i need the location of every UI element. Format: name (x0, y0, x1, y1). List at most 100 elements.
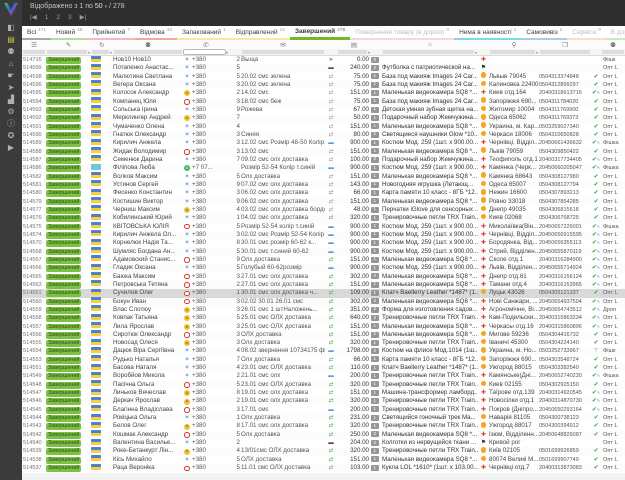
client-icon[interactable]: ⚉ (113, 40, 183, 49)
status-badge: Завершений (46, 415, 81, 422)
status-column-filter[interactable] (47, 50, 87, 55)
client-phone: +380 (192, 439, 206, 447)
sales-channel: Опт L (601, 148, 625, 156)
edit-pencil-icon: ✎ (597, 282, 600, 287)
city-column-filter[interactable] (490, 50, 535, 55)
delivery-city: Ізюм, Відділенн... (489, 431, 539, 439)
comment-column-filter[interactable] (242, 50, 324, 55)
app-logo[interactable] (3, 2, 19, 17)
tab-Всі[interactable]: Всі471 (22, 26, 51, 40)
refresh-icon[interactable]: ↻ (91, 40, 113, 49)
tab-Завершений[interactable]: Завершений278 (290, 26, 350, 40)
messages-count: 8 (229, 239, 241, 247)
orders-table: 514716ЗавершенийНов10 Нов10✶+3802Выща➤0.… (22, 56, 625, 473)
order-row[interactable]: 514537ЗавершенийРаца Вероніка+380511.01 … (22, 464, 625, 472)
carrier-cell: ✚ (478, 239, 489, 247)
order-total: 320.00 (337, 214, 371, 222)
automation-icon[interactable]: ⚙ (0, 106, 22, 118)
clients-icon[interactable]: ⚉ (0, 46, 22, 58)
delivery-city: Камянка (Черк... (489, 164, 539, 172)
payment-icon: ⇄ (325, 397, 337, 405)
items-count-cell: 1 (371, 397, 382, 405)
check-icon: ✔ (594, 457, 599, 463)
page-button-3[interactable]: 3 (68, 14, 72, 21)
products-icon[interactable]: ☛ (0, 70, 22, 82)
statistics-icon[interactable]: ▟ (0, 94, 22, 106)
channel-column-filter[interactable] (602, 50, 624, 55)
messages-count: 3 (229, 131, 241, 139)
comment-icon[interactable]: ✉ (241, 40, 325, 49)
tab-Повернення товару (в дорозі)[interactable]: Повернення товару (в дорозі)0 (350, 26, 454, 40)
bag-icon[interactable]: ⌂ (382, 40, 478, 49)
dashboard-icon[interactable]: ◧ (0, 22, 22, 34)
product-column-filter[interactable] (383, 50, 474, 55)
status-icon[interactable]: ✎ (46, 40, 91, 49)
location-icon[interactable]: ⚲ (489, 40, 539, 49)
info-icon[interactable]: ⓘ (0, 118, 22, 130)
edit-pencil-icon: ✎ (597, 165, 600, 170)
tab-Прийнятий[interactable]: Прийнятий7 (87, 26, 135, 40)
companies-icon[interactable]: ⌂ (0, 58, 22, 70)
tracking-column-filter[interactable] (540, 50, 590, 55)
carrier-cell: ✚ (478, 231, 489, 239)
last-page-button[interactable]: ▶| (80, 13, 87, 21)
tab-Відмова[interactable]: Відмова42 (135, 26, 177, 40)
manager-icon[interactable]: ⚉ (601, 40, 625, 49)
page-size-dropdown[interactable]: 50 ▾ (95, 3, 107, 10)
check-icon: ✔ (594, 115, 599, 121)
phone-column-filter[interactable] (184, 50, 225, 55)
items-count-cell: 2 (371, 273, 382, 281)
rows-icon[interactable]: ☰ (22, 40, 46, 49)
payment-icon: ⇄ (325, 106, 337, 114)
delivered-column[interactable] (591, 40, 601, 49)
items-column[interactable] (371, 40, 382, 49)
client-column-filter[interactable] (114, 50, 182, 55)
order-total: 250.00 (337, 431, 371, 439)
video-icon[interactable]: ▶ (0, 142, 22, 154)
messages-count: 1 (229, 214, 241, 222)
tab-Самовивіз[interactable]: Самовивіз2 (521, 26, 567, 40)
product-name: Костюм Мод. 259 (1шт. х 900.00... (382, 231, 478, 239)
country-column-filter[interactable] (92, 50, 109, 55)
channel-column-filter-cell (601, 49, 625, 55)
ukraine-flag-icon (91, 230, 101, 236)
tab-Нема в наявності[interactable]: Нема в наявності1 (454, 26, 521, 40)
ukraine-flag-icon (91, 264, 101, 270)
tab-В дорозі додому[interactable]: В дорозі додому0 (606, 26, 625, 40)
payment-column[interactable] (325, 40, 337, 49)
phone-icon[interactable]: ✆ (183, 40, 229, 49)
payment-icon: ⇄ (325, 256, 337, 264)
tab-label: Прийнятий (92, 29, 125, 36)
tracking-column-filter-cell (539, 49, 591, 55)
page-button-1[interactable]: 1 (45, 14, 49, 21)
client-name: Рудько Наталья (113, 356, 183, 364)
ukrposhta-icon (481, 72, 487, 78)
order-total: 0.00 (337, 56, 371, 64)
client-name: Черниш Максим (113, 206, 183, 214)
truck-icon[interactable]: ❒ (539, 40, 591, 49)
client-name: Гладик Оксана (113, 264, 183, 272)
tab-Відправлений[interactable]: Відправлений12 (231, 26, 290, 40)
carrier-column[interactable] (478, 40, 489, 49)
total-column-filter[interactable] (338, 50, 367, 55)
first-page-button[interactable]: |◀ (30, 13, 37, 21)
order-id-column-filter[interactable] (23, 50, 45, 55)
marketing-icon[interactable]: ➤ (0, 82, 22, 94)
product-name: Маленькая видеокамера SQ8 *... (382, 281, 478, 289)
order-note: 19.01 смс олх доставка (241, 397, 325, 405)
money-icon[interactable]: ▤ (337, 40, 371, 49)
delivery-city: Калиновка 22400 (489, 81, 539, 89)
tab-Сервіси[interactable]: Сервіси0 (567, 26, 605, 40)
source-star-icon: ✶ (183, 181, 191, 189)
tab-Запакований[interactable]: Запакований1 (177, 26, 231, 40)
ukraine-flag-icon (91, 197, 101, 203)
items-count-badge: 1 (371, 115, 379, 121)
ukrposhta-icon (481, 347, 487, 353)
order-id: 514546 (22, 397, 46, 405)
orders-icon[interactable]: ▤ (0, 34, 22, 46)
messages-column[interactable] (229, 40, 241, 49)
tab-Новий[interactable]: Новий48 (51, 26, 87, 40)
page-button-2[interactable]: 2 (56, 14, 60, 21)
partners-icon[interactable]: ✪ (0, 130, 22, 142)
order-id: 514538 (22, 456, 46, 464)
